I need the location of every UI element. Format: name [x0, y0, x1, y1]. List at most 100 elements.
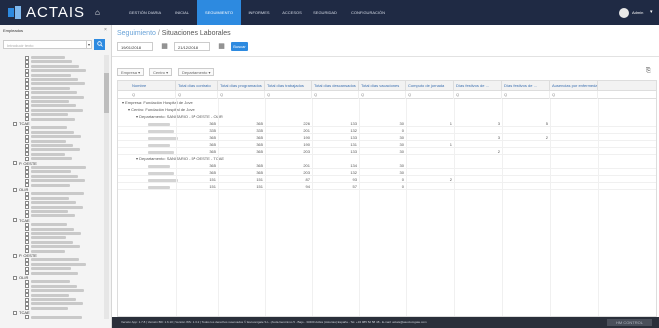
sidebar-search-button[interactable] [94, 39, 105, 50]
tree-employee[interactable] [25, 306, 68, 311]
table-row[interactable]: 151 151 94 57 0 [118, 184, 656, 190]
table-row[interactable]: 335 335 201 132 0 [118, 128, 656, 134]
tree-employee[interactable] [25, 271, 78, 276]
group-row[interactable]: ▾ Departamento: SANITARIO - 5ª OESTE - O… [118, 114, 656, 120]
column-header[interactable]: Nombre [130, 81, 176, 91]
nav-configuracion[interactable]: CONFIGURACIÓN [343, 0, 393, 25]
column-divider [312, 99, 313, 316]
group-row[interactable]: ▾ Centro: Fundación Hospital de Jove [118, 107, 656, 113]
checkbox[interactable] [13, 253, 17, 258]
footer-text: Versión App: 1.7.8 | Versión BD: 1.6.10 … [121, 320, 427, 324]
table-cell [454, 142, 502, 148]
group-label: Empresa: Fundación Hospital de Jove [125, 100, 193, 105]
tree-employee[interactable] [25, 213, 75, 218]
column-filter[interactable]: Q [502, 91, 550, 99]
tree-employee[interactable] [25, 117, 75, 122]
column-filter[interactable]: Q [265, 91, 312, 99]
expand-toggle-icon[interactable]: ▾ [118, 114, 139, 119]
date-to-field[interactable]: 21/12/2018 [174, 42, 210, 51]
table-cell [454, 177, 502, 183]
expand-toggle-icon[interactable]: ▾ [118, 107, 131, 112]
group-chip-empresa[interactable]: Empresa ▾ [117, 68, 145, 76]
checkbox[interactable] [25, 315, 29, 319]
table-cell: 30 [399, 142, 404, 147]
user-avatar[interactable] [619, 8, 629, 18]
chevron-down-icon[interactable]: ▾ [650, 9, 653, 15]
sidebar-search-input[interactable]: Introducir texto [3, 40, 87, 49]
table-cell: 5 [545, 121, 548, 126]
tree-employee[interactable] [25, 315, 82, 319]
close-icon[interactable]: × [104, 27, 107, 33]
checkbox[interactable] [13, 161, 17, 166]
nav-seguridad[interactable]: SEGURIDAD [309, 0, 341, 25]
column-header[interactable]: Total días contrato [176, 81, 218, 91]
column-header[interactable]: Total días descansados [312, 81, 359, 91]
table-row[interactable]: 365 365 201 134 30 [118, 163, 656, 169]
column-filter[interactable]: Q [130, 91, 176, 99]
column-divider [598, 99, 599, 316]
table-row[interactable]: 365 365 190 131 30 1 [118, 142, 656, 148]
table-cell: 134 [350, 163, 357, 168]
column-filter[interactable]: Q [176, 91, 218, 99]
employee-name-redacted [148, 179, 178, 182]
checkbox[interactable] [13, 121, 17, 126]
table-cell: 151 [209, 184, 216, 189]
column-filter[interactable]: Q [359, 91, 406, 99]
export-icon[interactable]: ⎘ [646, 68, 653, 75]
column-filter[interactable]: Q [312, 91, 359, 99]
checkbox[interactable] [13, 310, 17, 315]
nav-gestion-diaria[interactable]: GESTIÓN DIARIA [123, 0, 167, 25]
table-row[interactable]: 365 365 226 133 30 1 3 5 [118, 121, 656, 127]
table-cell: 94 [305, 184, 310, 189]
group-row[interactable]: ▾ Empresa: Fundación Hospital de Jove [118, 100, 656, 106]
column-filter[interactable]: Q [550, 91, 598, 99]
column-filter[interactable]: Q [454, 91, 502, 99]
breadcrumb-section[interactable]: Seguimiento [117, 30, 156, 37]
home-icon[interactable]: ⌂ [95, 9, 103, 17]
user-name[interactable]: Admin [632, 10, 643, 15]
table-cell [502, 184, 550, 190]
table-row[interactable]: 365 365 203 133 30 2 [118, 149, 656, 155]
nav-accesos[interactable]: ACCESOS [277, 0, 307, 25]
column-header[interactable]: Días festivos de ... [502, 81, 550, 91]
tree-employee[interactable] [25, 183, 70, 188]
table-cell: 3 [497, 121, 500, 126]
column-header[interactable]: Total días programados [218, 81, 265, 91]
column-header[interactable]: Total días trabajados [265, 81, 312, 91]
table-cell: 365 [256, 163, 263, 168]
group-row[interactable]: ▾ Departamento: SANITARIO - 5ª OESTE - T… [118, 156, 656, 162]
nav-seguimiento[interactable]: SEGUIMIENTO [197, 0, 241, 25]
column-header[interactable]: Total días vacaciones [359, 81, 406, 91]
table-row[interactable]: 365 365 190 133 30 3 2 [118, 135, 656, 141]
expand-toggle-icon[interactable]: ▾ [118, 156, 139, 161]
column-header[interactable]: Ausencias por enfermedad [550, 81, 598, 91]
table-cell [406, 163, 454, 169]
column-header[interactable]: Días festivos de ... [454, 81, 502, 91]
column-filter[interactable]: Q [218, 91, 265, 99]
column-divider [218, 99, 219, 316]
table-row[interactable]: 151 151 87 93 0 2 [118, 177, 656, 183]
table-cell: 365 [209, 163, 216, 168]
group-chip-centro[interactable]: Centro ▾ [149, 68, 173, 76]
group-label: Centro: Fundación Hospital de Jove [131, 107, 195, 112]
column-filter[interactable]: Q [406, 91, 454, 99]
divider [112, 56, 659, 57]
app-logo[interactable]: ACTAIS [8, 4, 85, 21]
search-button[interactable]: Buscar [231, 42, 248, 51]
nav-inicial[interactable]: INICIAL [170, 0, 194, 25]
table-row[interactable]: 365 365 203 132 30 [118, 170, 656, 176]
date-from-field[interactable]: 19/01/2018 [117, 42, 153, 51]
checkbox[interactable] [13, 218, 17, 223]
calendar-icon[interactable]: ▦ [217, 42, 226, 51]
data-grid: Nombre Total días contrato Total días prog… [117, 80, 657, 317]
employee-tree[interactable]: TCAE P. OESTE OLIR TCAE P. OESTE OLIR TCAE [3, 55, 103, 319]
sidebar-scrollbar-thumb[interactable] [104, 73, 109, 113]
checkbox[interactable] [13, 187, 17, 192]
sidebar-search-dropdown[interactable]: ▾ [87, 40, 92, 49]
column-header[interactable]: Computo de jornada [406, 81, 454, 91]
calendar-icon[interactable]: ▦ [160, 42, 169, 51]
checkbox[interactable] [13, 275, 17, 280]
nav-informes[interactable]: INFORMES [244, 0, 274, 25]
group-chip-departamento[interactable]: Departamento ▾ [178, 68, 215, 76]
table-cell [502, 128, 550, 134]
